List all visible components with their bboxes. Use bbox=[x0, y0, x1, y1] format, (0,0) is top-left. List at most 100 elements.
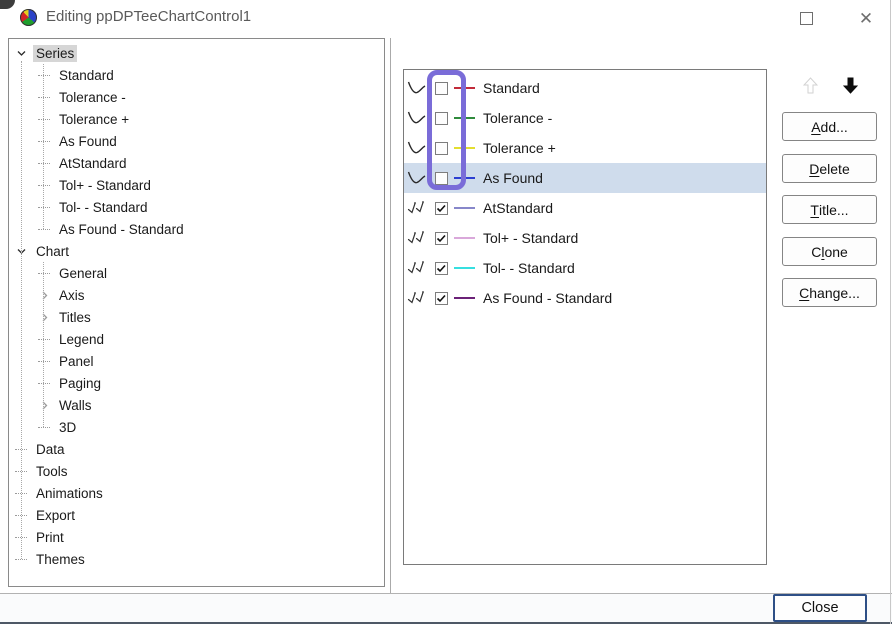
tree-item-label: Axis bbox=[56, 287, 88, 304]
series-visible-checkbox[interactable] bbox=[435, 142, 448, 155]
tree-connector bbox=[36, 375, 52, 391]
series-label: Standard bbox=[483, 80, 540, 96]
tree-item[interactable]: Standard bbox=[9, 64, 384, 86]
tree-item-label: Animations bbox=[33, 485, 106, 502]
tree-item[interactable]: General bbox=[9, 262, 384, 284]
tree-connector bbox=[36, 199, 52, 215]
series-row[interactable]: AtStandard bbox=[404, 193, 766, 223]
chevron-right-icon[interactable] bbox=[36, 397, 52, 413]
maximize-icon bbox=[800, 12, 813, 25]
series-visible-checkbox[interactable] bbox=[435, 172, 448, 185]
series-color-line bbox=[454, 207, 475, 209]
series-color-line bbox=[454, 267, 475, 269]
title-button[interactable]: Title... bbox=[782, 195, 877, 224]
clone-button[interactable]: Clone bbox=[782, 237, 877, 266]
tree-item[interactable]: Tools bbox=[9, 460, 384, 482]
series-label: Tol+ - Standard bbox=[483, 230, 578, 246]
add-button[interactable]: Add... bbox=[782, 112, 877, 141]
button-label-part: C bbox=[811, 244, 821, 260]
series-row[interactable]: As Found bbox=[404, 163, 766, 193]
tree-connector bbox=[36, 155, 52, 171]
tree-item-label: As Found bbox=[56, 133, 120, 150]
series-row[interactable]: Standard bbox=[404, 73, 766, 103]
change-button[interactable]: Change... bbox=[782, 278, 877, 307]
tree-item[interactable]: Animations bbox=[9, 482, 384, 504]
tree-item-label: As Found - Standard bbox=[56, 221, 187, 238]
up-arrow-icon bbox=[803, 77, 818, 94]
tree-item[interactable]: 3D bbox=[9, 416, 384, 438]
tree-item-label: Chart bbox=[33, 243, 72, 260]
tree-item[interactable]: Titles bbox=[9, 306, 384, 328]
chevron-right-icon[interactable] bbox=[36, 309, 52, 325]
tree-item-label: Panel bbox=[56, 353, 97, 370]
tree-connector bbox=[36, 89, 52, 105]
tree-connector bbox=[36, 177, 52, 193]
tree-item[interactable]: Axis bbox=[9, 284, 384, 306]
series-visible-checkbox[interactable] bbox=[435, 82, 448, 95]
button-label-part: dd... bbox=[821, 119, 848, 135]
tree-item[interactable]: AtStandard bbox=[9, 152, 384, 174]
tree-item-label: Tolerance + bbox=[56, 111, 132, 128]
series-visible-checkbox[interactable] bbox=[435, 262, 448, 275]
tree-item[interactable]: Themes bbox=[9, 548, 384, 570]
tree-item-label: Data bbox=[33, 441, 68, 458]
tree-item[interactable]: Tolerance - bbox=[9, 86, 384, 108]
chevron-right-icon[interactable] bbox=[36, 287, 52, 303]
tree-item[interactable]: Data bbox=[9, 438, 384, 460]
tree-item[interactable]: Tol- - Standard bbox=[9, 196, 384, 218]
tree-item-label: 3D bbox=[56, 419, 79, 436]
maximize-button[interactable] bbox=[789, 4, 823, 32]
tree-connector bbox=[36, 67, 52, 83]
move-series-down-button[interactable] bbox=[839, 73, 861, 97]
series-row[interactable]: Tol+ - Standard bbox=[404, 223, 766, 253]
tree-item-label: General bbox=[56, 265, 110, 282]
chevron-down-icon[interactable] bbox=[13, 45, 29, 61]
point-line-icon bbox=[406, 228, 428, 248]
series-color-line bbox=[454, 237, 475, 239]
series-row[interactable]: Tolerance - bbox=[404, 103, 766, 133]
series-row[interactable]: Tol- - Standard bbox=[404, 253, 766, 283]
delete-button[interactable]: Delete bbox=[782, 154, 877, 183]
teechart-pie-icon bbox=[20, 9, 37, 26]
tree-item[interactable]: Chart bbox=[9, 240, 384, 262]
tree-item[interactable]: Print bbox=[9, 526, 384, 548]
close-icon: ✕ bbox=[859, 10, 873, 27]
tree-connector bbox=[36, 133, 52, 149]
series-row[interactable]: Tolerance + bbox=[404, 133, 766, 163]
tree-item[interactable]: Export bbox=[9, 504, 384, 526]
tree-item-label: Walls bbox=[56, 397, 95, 414]
down-arrow-icon bbox=[843, 77, 858, 94]
close-button[interactable]: Close bbox=[773, 594, 867, 622]
tree-item[interactable]: Paging bbox=[9, 372, 384, 394]
series-visible-checkbox[interactable] bbox=[435, 202, 448, 215]
series-visible-checkbox[interactable] bbox=[435, 292, 448, 305]
tree-item-label: Tolerance - bbox=[56, 89, 129, 106]
tree-item[interactable]: Panel bbox=[9, 350, 384, 372]
series-visible-checkbox[interactable] bbox=[435, 112, 448, 125]
tree-item[interactable]: As Found - Standard bbox=[9, 218, 384, 240]
button-label-part: one bbox=[824, 244, 847, 260]
close-window-button[interactable]: ✕ bbox=[849, 4, 883, 32]
tree-item[interactable]: Series bbox=[9, 42, 384, 64]
series-listbox: Standard Tolerance - Tolerance + As Found At… bbox=[403, 69, 767, 565]
tree-connector bbox=[36, 419, 52, 435]
tree-item[interactable]: Tol+ - Standard bbox=[9, 174, 384, 196]
tree-item[interactable]: Walls bbox=[9, 394, 384, 416]
button-label-part: D bbox=[809, 161, 819, 177]
series-label: As Found bbox=[483, 170, 543, 186]
tree-item-label: Legend bbox=[56, 331, 107, 348]
tree-item[interactable]: As Found bbox=[9, 130, 384, 152]
tree-guide-line bbox=[43, 64, 44, 229]
window-right-border bbox=[890, 0, 891, 624]
tree-item[interactable]: Legend bbox=[9, 328, 384, 350]
series-row[interactable]: As Found - Standard bbox=[404, 283, 766, 313]
move-series-up-button[interactable] bbox=[799, 73, 821, 97]
tree-item[interactable]: Tolerance + bbox=[9, 108, 384, 130]
footer-bar bbox=[0, 594, 892, 622]
series-label: Tolerance + bbox=[483, 140, 556, 156]
series-visible-checkbox[interactable] bbox=[435, 232, 448, 245]
series-label: AtStandard bbox=[483, 200, 553, 216]
chart-settings-tree-panel: SeriesStandard Tolerance - Tolerance + As F… bbox=[8, 38, 385, 587]
series-color-line bbox=[454, 87, 475, 89]
series-color-line bbox=[454, 117, 475, 119]
